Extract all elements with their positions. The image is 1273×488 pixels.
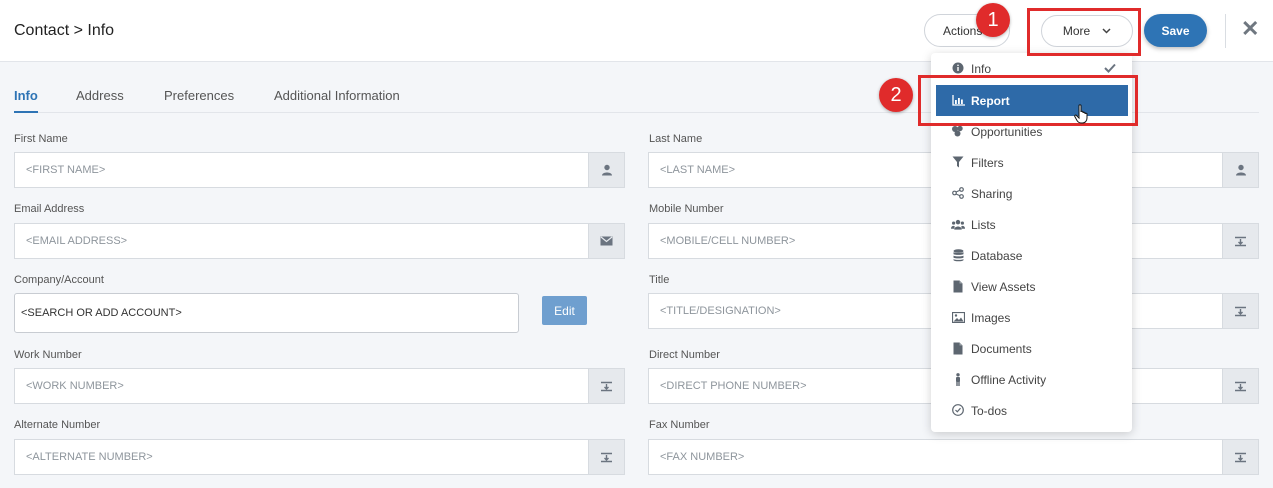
image-icon xyxy=(951,310,965,324)
menu-item-label: Opportunities xyxy=(971,124,1043,139)
filter-icon xyxy=(951,155,965,169)
alternate-number-input[interactable] xyxy=(15,440,624,474)
work-number-field xyxy=(14,368,625,404)
first-name-input[interactable] xyxy=(15,153,624,187)
phone-format-icon xyxy=(588,440,624,474)
check-circle-icon xyxy=(951,403,965,417)
company-label: Company/Account xyxy=(14,274,104,286)
company-field xyxy=(14,293,519,333)
work-number-label: Work Number xyxy=(14,349,82,361)
document-icon xyxy=(951,341,965,355)
menu-item-view-assets[interactable]: View Assets xyxy=(931,271,1132,302)
tab-additional-information[interactable]: Additional Information xyxy=(274,88,400,103)
phone-format-icon xyxy=(1222,369,1258,403)
direct-number-label: Direct Number xyxy=(649,349,720,361)
tab-preferences[interactable]: Preferences xyxy=(164,88,234,103)
fax-number-field xyxy=(648,439,1259,475)
alternate-number-label: Alternate Number xyxy=(14,419,101,431)
user-icon xyxy=(1222,153,1258,187)
menu-item-label: Documents xyxy=(971,341,1032,356)
hand-cursor-icon xyxy=(1074,104,1090,129)
save-button-label: Save xyxy=(1161,23,1190,38)
save-button[interactable]: Save xyxy=(1144,14,1207,47)
tab-info[interactable]: Info xyxy=(14,88,38,113)
fax-number-label: Fax Number xyxy=(649,419,710,431)
email-field xyxy=(14,223,625,259)
menu-item-label: To-dos xyxy=(971,403,1008,418)
email-input[interactable] xyxy=(15,224,624,258)
edit-account-button[interactable]: Edit xyxy=(542,296,587,325)
user-icon xyxy=(588,153,624,187)
work-number-input[interactable] xyxy=(15,369,624,403)
database-icon xyxy=(951,248,965,262)
header-divider xyxy=(1225,14,1226,48)
phone-format-icon xyxy=(1222,224,1258,258)
menu-item-label: Sharing xyxy=(971,186,1013,201)
step-badge-1: 1 xyxy=(976,3,1010,37)
menu-item-sharing[interactable]: Sharing xyxy=(931,178,1132,209)
alternate-number-field xyxy=(14,439,625,475)
menu-item-label: Info xyxy=(971,61,992,76)
menu-item-database[interactable]: Database xyxy=(931,240,1132,271)
menu-item-label: Lists xyxy=(971,217,996,232)
menu-item-lists[interactable]: Lists xyxy=(931,209,1132,240)
menu-item-documents[interactable]: Documents xyxy=(931,333,1132,364)
menu-item-label: Offline Activity xyxy=(971,372,1047,387)
company-input[interactable] xyxy=(15,294,518,332)
opportunities-icon xyxy=(951,124,965,138)
first-name-label: First Name xyxy=(14,133,68,145)
phone-format-icon xyxy=(1222,440,1258,474)
menu-item-label: Database xyxy=(971,248,1023,263)
mobile-number-label: Mobile Number xyxy=(649,203,724,215)
envelope-icon xyxy=(588,224,624,258)
edit-button-label: Edit xyxy=(554,303,575,318)
share-icon xyxy=(951,186,965,200)
menu-item-label: View Assets xyxy=(971,279,1036,294)
fax-number-input[interactable] xyxy=(649,440,1258,474)
file-icon xyxy=(951,279,965,293)
phone-format-icon xyxy=(1222,294,1258,328)
highlight-box-report xyxy=(918,75,1138,126)
menu-item-images[interactable]: Images xyxy=(931,302,1132,333)
menu-item-offline-activity[interactable]: Offline Activity xyxy=(931,364,1132,395)
tab-address[interactable]: Address xyxy=(76,88,124,103)
person-icon xyxy=(951,372,965,386)
menu-item-to-dos[interactable]: To-dos xyxy=(931,395,1132,426)
menu-item-filters[interactable]: Filters xyxy=(931,147,1132,178)
users-icon xyxy=(951,217,965,231)
email-label: Email Address xyxy=(14,203,85,215)
page-title: Contact > Info xyxy=(14,22,115,39)
menu-item-label: Images xyxy=(971,310,1011,325)
phone-format-icon xyxy=(588,369,624,403)
title-label: Title xyxy=(649,274,670,286)
menu-item-label: Filters xyxy=(971,155,1004,170)
first-name-field xyxy=(14,152,625,188)
step-badge-2: 2 xyxy=(879,78,913,112)
close-icon[interactable]: ✕ xyxy=(1241,16,1259,42)
highlight-box-more xyxy=(1027,8,1141,56)
info-icon xyxy=(951,61,965,75)
last-name-label: Last Name xyxy=(649,133,703,145)
